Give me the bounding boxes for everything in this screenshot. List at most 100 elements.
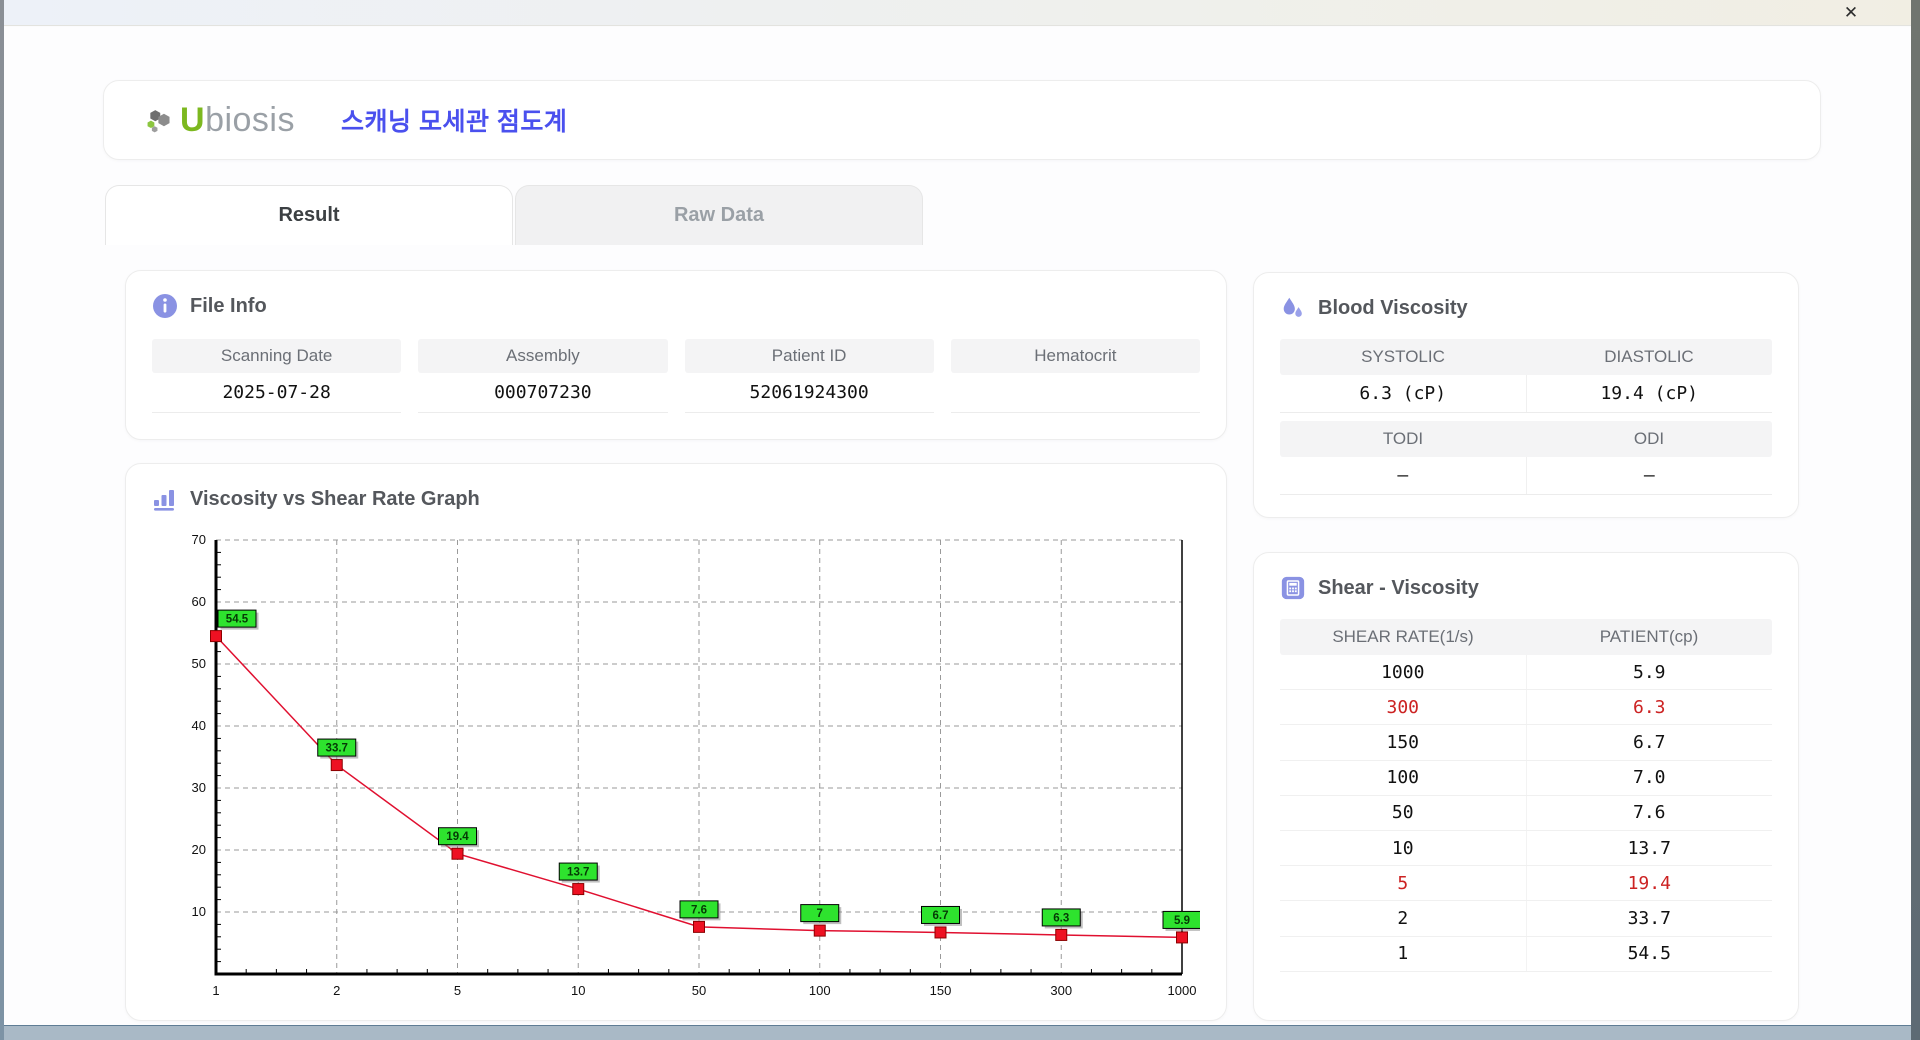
droplets-icon	[1280, 295, 1306, 321]
bv-value-row: 6.3 (cP) 19.4 (cP)	[1280, 375, 1772, 413]
table-row: 300 6.3	[1280, 690, 1773, 726]
shear-rate-cell: 1	[1397, 943, 1409, 965]
bv-label: ODI	[1633, 429, 1665, 448]
svg-text:60: 60	[192, 594, 206, 609]
bv-value: 19.4 (cP)	[1525, 375, 1773, 412]
bv-header-row: TODI ODI	[1280, 421, 1772, 457]
close-icon[interactable]: ✕	[1840, 3, 1862, 23]
shear-rate-cell: 1000	[1381, 661, 1425, 683]
svg-text:150: 150	[930, 983, 952, 998]
bv-value: –	[1397, 465, 1409, 486]
bv-value: 6.3 (cP)	[1359, 383, 1447, 404]
shear-viscosity-title: Shear - Viscosity	[1280, 575, 1772, 601]
patient-viscosity-cell: 6.7	[1525, 725, 1773, 760]
ubiosis-logo: Ubiosis	[146, 101, 295, 140]
window-right-edge	[1911, 0, 1920, 1040]
svg-text:2: 2	[333, 983, 340, 998]
hexagon-cluster-logo-icon	[146, 107, 172, 133]
svg-text:1: 1	[212, 983, 219, 998]
svg-text:300: 300	[1050, 983, 1072, 998]
svg-text:50: 50	[692, 983, 706, 998]
svg-text:5.9: 5.9	[1174, 915, 1190, 927]
patient-viscosity-cell: 7.6	[1525, 795, 1773, 830]
brand-name: Ubiosis	[180, 100, 295, 139]
calculator-icon	[1280, 575, 1306, 601]
file-info-field: Patient ID 52061924300	[684, 339, 934, 413]
file-info-card: File Info Scanning Date 2025-07-28 Assemb…	[125, 270, 1227, 440]
svg-text:50: 50	[192, 656, 206, 671]
field-label: Assembly	[418, 339, 668, 373]
table-row: 100 7.0	[1280, 760, 1773, 796]
svg-text:30: 30	[192, 780, 206, 795]
table-row: 1 54.5	[1280, 936, 1773, 972]
field-value	[950, 373, 1200, 413]
field-label: Scanning Date	[152, 339, 402, 373]
bv-header-row: SYSTOLIC DIASTOLIC	[1280, 339, 1772, 375]
bv-value: –	[1525, 457, 1773, 494]
app-title-korean: 스캐닝 모세관 점도계	[341, 108, 568, 136]
table-row: 5 19.4	[1280, 866, 1772, 902]
field-value: 2025-07-28	[152, 373, 402, 413]
shear-viscosity-card: Shear - Viscosity SHEAR RATE(1/s) PATIEN…	[1253, 552, 1799, 1021]
file-info-fields: Scanning Date 2025-07-28 Assembly 0007072…	[152, 339, 1200, 413]
svg-text:6.3: 6.3	[1053, 912, 1069, 924]
tab-raw-data[interactable]: Raw Data	[515, 185, 923, 245]
svg-text:7: 7	[817, 908, 823, 920]
shear-table-body: 1000 5.9 300 6.3 1 50 6.7 100 7.0 50 7.6 10 13.7 5 19.…	[1280, 655, 1772, 972]
field-label: Patient ID	[684, 339, 934, 373]
svg-text:19.4: 19.4	[446, 831, 469, 843]
window-bottom-edge	[0, 1025, 1920, 1040]
shear-rate-cell: 5	[1397, 872, 1409, 894]
field-value: 52061924300	[684, 373, 934, 413]
blood-viscosity-title: Blood Viscosity	[1280, 295, 1772, 321]
shear-rate-cell: 2	[1397, 907, 1409, 929]
graph-title: Viscosity vs Shear Rate Graph	[152, 486, 1200, 512]
window-titlebar: ✕	[0, 0, 1920, 26]
field-value: 000707230	[418, 373, 668, 413]
patient-column-header: PATIENT(cp)	[1599, 627, 1699, 646]
bv-label: TODI	[1382, 429, 1424, 448]
svg-text:20: 20	[192, 842, 206, 857]
info-icon	[152, 293, 178, 319]
shear-rate-cell: 50	[1391, 802, 1414, 824]
bv-value-row: – –	[1280, 457, 1772, 495]
svg-text:5: 5	[454, 983, 461, 998]
file-info-field: Hematocrit	[950, 339, 1200, 413]
file-info-field: Assembly 000707230	[418, 339, 668, 413]
svg-text:54.5: 54.5	[226, 614, 249, 626]
app-header: Ubiosis 스캐닝 모세관 점도계	[103, 80, 1821, 160]
tab-result[interactable]: Result	[105, 185, 513, 245]
viscosity-chart: 10 20 30 40 50 60 70 1 2 5 10 50 100 150 300 1000 54.5 33…	[192, 532, 1204, 998]
svg-text:10: 10	[571, 983, 585, 998]
blood-viscosity-card: Blood Viscosity SYSTOLIC DIASTOLIC 6.3 (cP…	[1253, 272, 1799, 518]
patient-viscosity-cell: 13.7	[1525, 830, 1773, 866]
svg-text:1000: 1000	[1168, 983, 1197, 998]
shear-rate-cell: 300	[1386, 696, 1419, 718]
shear-rate-cell: 10	[1391, 837, 1414, 859]
svg-text:13.7: 13.7	[567, 867, 589, 879]
patient-viscosity-cell: 6.3	[1525, 690, 1773, 725]
svg-text:70: 70	[192, 532, 206, 547]
svg-text:7.6: 7.6	[691, 904, 707, 916]
chart-area: 10 20 30 40 50 60 70 1 2 5 10 50 100 150 300 1000 54.5 33…	[152, 526, 1204, 1015]
table-row: 50 7.6	[1280, 795, 1773, 831]
svg-text:10: 10	[192, 904, 206, 919]
table-row: 2 33.7	[1280, 901, 1773, 937]
blood-viscosity-grid: SYSTOLIC DIASTOLIC 6.3 (cP) 19.4 (cP) TODI OD…	[1280, 339, 1772, 495]
svg-text:33.7: 33.7	[326, 743, 348, 755]
patient-viscosity-cell: 33.7	[1525, 901, 1773, 936]
field-label: Hematocrit	[950, 339, 1200, 373]
patient-viscosity-cell: 5.9	[1525, 655, 1773, 690]
shear-rate-column-header: SHEAR RATE(1/s)	[1332, 627, 1474, 646]
main-window: Ubiosis 스캐닝 모세관 점도계 Result Raw Data File…	[4, 27, 1911, 1025]
svg-text:100: 100	[809, 983, 831, 998]
patient-viscosity-cell: 54.5	[1525, 936, 1773, 971]
bv-label: SYSTOLIC	[1361, 347, 1445, 366]
table-row: 1000 5.9	[1280, 655, 1773, 691]
svg-text:6.7: 6.7	[933, 910, 949, 922]
viscosity-graph-card: Viscosity vs Shear Rate Graph 10 20 30 40 50…	[125, 463, 1227, 1021]
file-info-title: File Info	[152, 293, 1200, 319]
svg-text:40: 40	[192, 718, 206, 733]
tab-bar: Result Raw Data	[105, 185, 923, 245]
patient-viscosity-cell: 7.0	[1525, 760, 1773, 795]
